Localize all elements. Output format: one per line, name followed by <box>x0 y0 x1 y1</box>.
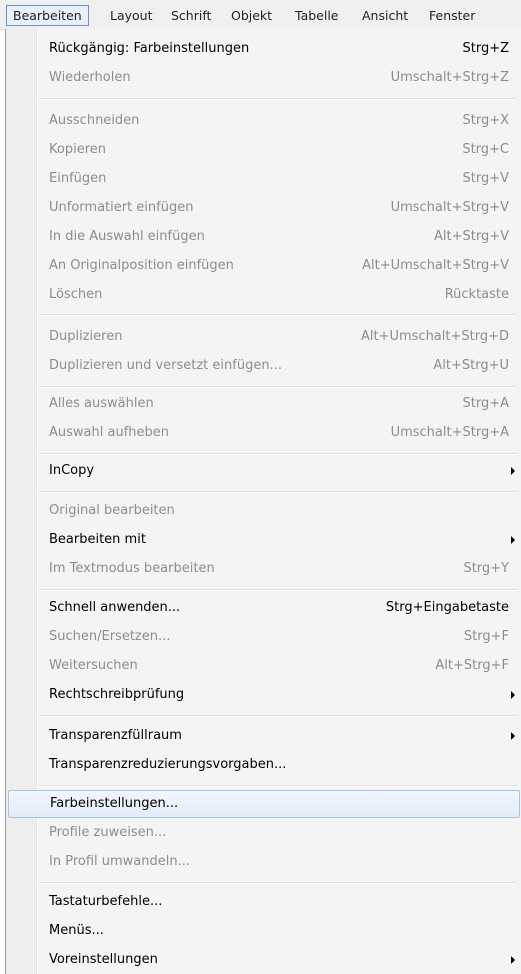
menu-item-kopieren[interactable]: Kopieren Strg+C <box>39 136 517 164</box>
submenu-arrow-icon <box>511 536 515 544</box>
menu-item-label: Farbeinstellungen... <box>50 796 179 811</box>
menu-item-weitersuchen[interactable]: Weitersuchen Alt+Strg+F <box>39 652 517 680</box>
menu-separator <box>39 314 517 316</box>
menu-tabelle[interactable]: Tabelle <box>289 5 345 26</box>
menu-item-label: Auswahl aufheben <box>49 425 169 440</box>
menu-separator <box>39 491 517 493</box>
menu-item-schnell-anwenden[interactable]: Schnell anwenden... Strg+Eingabetaste <box>39 594 517 622</box>
menu-separator <box>39 453 517 455</box>
menu-item-transparenzreduzierungsvorgaben[interactable]: Transparenzreduzierungsvorgaben... <box>39 751 517 779</box>
menu-item-shortcut: Umschalt+Strg+V <box>390 200 509 215</box>
menu-item-label: In die Auswahl einfügen <box>49 229 205 244</box>
menu-item-transparenzfuellraum[interactable]: Transparenzfüllraum <box>39 722 517 750</box>
menu-item-label: Wiederholen <box>49 70 131 85</box>
menu-item-einfuegen[interactable]: Einfügen Strg+V <box>39 165 517 193</box>
menu-item-textmodus-bearbeiten[interactable]: Im Textmodus bearbeiten Strg+Y <box>39 555 517 583</box>
submenu-arrow-icon <box>511 956 515 964</box>
menu-item-label: Schnell anwenden... <box>49 600 181 615</box>
menu-item-label: Duplizieren und versetzt einfügen... <box>49 358 282 373</box>
menu-item-voreinstellungen[interactable]: Voreinstellungen <box>39 946 517 974</box>
menu-item-shortcut: Rücktaste <box>444 287 509 302</box>
menu-item-label: Suchen/Ersetzen... <box>49 629 171 644</box>
menu-item-profile-zuweisen[interactable]: Profile zuweisen... <box>39 819 517 847</box>
menu-item-label: Rechtschreibprüfung <box>49 687 185 702</box>
menu-ansicht[interactable]: Ansicht <box>356 5 414 26</box>
menu-item-ausschneiden[interactable]: Ausschneiden Strg+X <box>39 107 517 135</box>
menu-item-duplizieren[interactable]: Duplizieren Alt+Umschalt+Strg+D <box>39 323 517 351</box>
menu-item-label: Unformatiert einfügen <box>49 200 194 215</box>
menu-item-shortcut: Strg+C <box>462 142 509 157</box>
menu-separator <box>39 386 517 388</box>
menu-schrift[interactable]: Schrift <box>165 5 217 26</box>
menu-item-tastaturbefehle[interactable]: Tastaturbefehle... <box>39 888 517 916</box>
menu-item-bearbeiten-mit[interactable]: Bearbeiten mit <box>39 526 517 554</box>
menu-item-shortcut: Alt+Umschalt+Strg+D <box>360 329 509 344</box>
menu-item-shortcut: Strg+Eingabetaste <box>385 600 509 615</box>
menu-item-label: Original bearbeiten <box>49 503 175 518</box>
menu-item-label: Duplizieren <box>49 329 123 344</box>
menu-item-loeschen[interactable]: Löschen Rücktaste <box>39 281 517 309</box>
menu-item-label: Voreinstellungen <box>49 952 158 967</box>
menu-item-label: InCopy <box>49 463 95 478</box>
menu-item-label: Transparenzfüllraum <box>49 728 182 743</box>
menu-item-alles-auswaehlen[interactable]: Alles auswählen Strg+A <box>39 390 517 418</box>
menu-item-shortcut: Strg+F <box>463 629 509 644</box>
menu-item-label: Im Textmodus bearbeiten <box>49 561 215 576</box>
submenu-arrow-icon <box>511 467 515 475</box>
menu-item-unformatiert-einfuegen[interactable]: Unformatiert einfügen Umschalt+Strg+V <box>39 194 517 222</box>
menu-item-shortcut: Alt+Strg+F <box>435 658 509 673</box>
menu-item-rueckgaengig[interactable]: Rückgängig: Farbeinstellungen Strg+Z <box>39 35 517 63</box>
menu-item-farbeinstellungen[interactable]: Farbeinstellungen... <box>8 790 520 818</box>
menu-item-shortcut: Umschalt+Strg+A <box>390 425 509 440</box>
bearbeiten-dropdown-menu: Rückgängig: Farbeinstellungen Strg+Z Wied… <box>5 29 521 974</box>
menu-item-in-auswahl-einfuegen[interactable]: In die Auswahl einfügen Alt+Strg+V <box>39 223 517 251</box>
submenu-arrow-icon <box>511 691 515 699</box>
menu-item-shortcut: Alt+Strg+V <box>434 229 509 244</box>
menu-item-suchen-ersetzen[interactable]: Suchen/Ersetzen... Strg+F <box>39 623 517 651</box>
menu-item-label: Ausschneiden <box>49 113 140 128</box>
menu-separator <box>39 882 517 884</box>
menu-layout[interactable]: Layout <box>104 5 159 26</box>
menu-item-wiederholen[interactable]: Wiederholen Umschalt+Strg+Z <box>39 64 517 92</box>
menu-item-label: In Profil umwandeln... <box>49 854 191 869</box>
menu-item-menues[interactable]: Menüs... <box>39 917 517 945</box>
menu-separator <box>39 785 517 787</box>
menu-separator <box>39 589 517 591</box>
menu-item-shortcut: Umschalt+Strg+Z <box>390 70 509 85</box>
menu-item-duplizieren-versetzt[interactable]: Duplizieren und versetzt einfügen... Alt+… <box>39 352 517 380</box>
menu-item-original-bearbeiten[interactable]: Original bearbeiten <box>39 497 517 525</box>
menu-objekt[interactable]: Objekt <box>225 5 278 26</box>
menu-item-shortcut: Strg+A <box>462 396 509 411</box>
menu-item-label: Löschen <box>49 287 103 302</box>
menu-item-label: Profile zuweisen... <box>49 825 167 840</box>
menu-bearbeiten[interactable]: Bearbeiten <box>6 5 89 26</box>
submenu-arrow-icon <box>511 732 515 740</box>
menu-item-shortcut: Alt+Umschalt+Strg+V <box>362 258 509 273</box>
menu-icon-gutter <box>6 29 38 974</box>
menu-item-label: Weitersuchen <box>49 658 138 673</box>
menu-fenster[interactable]: Fenster <box>423 5 481 26</box>
menu-item-label: Kopieren <box>49 142 106 157</box>
menu-item-in-profil-umwandeln[interactable]: In Profil umwandeln... <box>39 848 517 876</box>
menu-item-label: Transparenzreduzierungsvorgaben... <box>49 757 287 772</box>
menu-bar: Bearbeiten Layout Schrift Objekt Tabelle… <box>0 0 521 30</box>
menu-item-label: Tastaturbefehle... <box>49 894 163 909</box>
menu-item-label: An Originalposition einfügen <box>49 258 234 273</box>
menu-item-label: Einfügen <box>49 171 107 186</box>
menu-item-shortcut: Alt+Strg+U <box>433 358 509 373</box>
menu-item-shortcut: Strg+V <box>462 171 509 186</box>
menu-separator <box>39 98 517 100</box>
menu-item-label: Rückgängig: Farbeinstellungen <box>49 41 250 56</box>
menu-item-rechtschreibpruefung[interactable]: Rechtschreibprüfung <box>39 681 517 709</box>
menu-item-auswahl-aufheben[interactable]: Auswahl aufheben Umschalt+Strg+A <box>39 419 517 447</box>
menu-item-shortcut: Strg+Y <box>463 561 509 576</box>
menu-item-label: Alles auswählen <box>49 396 154 411</box>
menu-item-incopy[interactable]: InCopy <box>39 457 517 485</box>
menu-item-shortcut: Strg+X <box>462 113 509 128</box>
menu-item-shortcut: Strg+Z <box>462 41 509 56</box>
menu-item-label: Bearbeiten mit <box>49 532 146 547</box>
menu-separator <box>39 715 517 717</box>
menu-item-originalposition-einfuegen[interactable]: An Originalposition einfügen Alt+Umschalt… <box>39 252 517 280</box>
menu-item-label: Menüs... <box>49 923 104 938</box>
